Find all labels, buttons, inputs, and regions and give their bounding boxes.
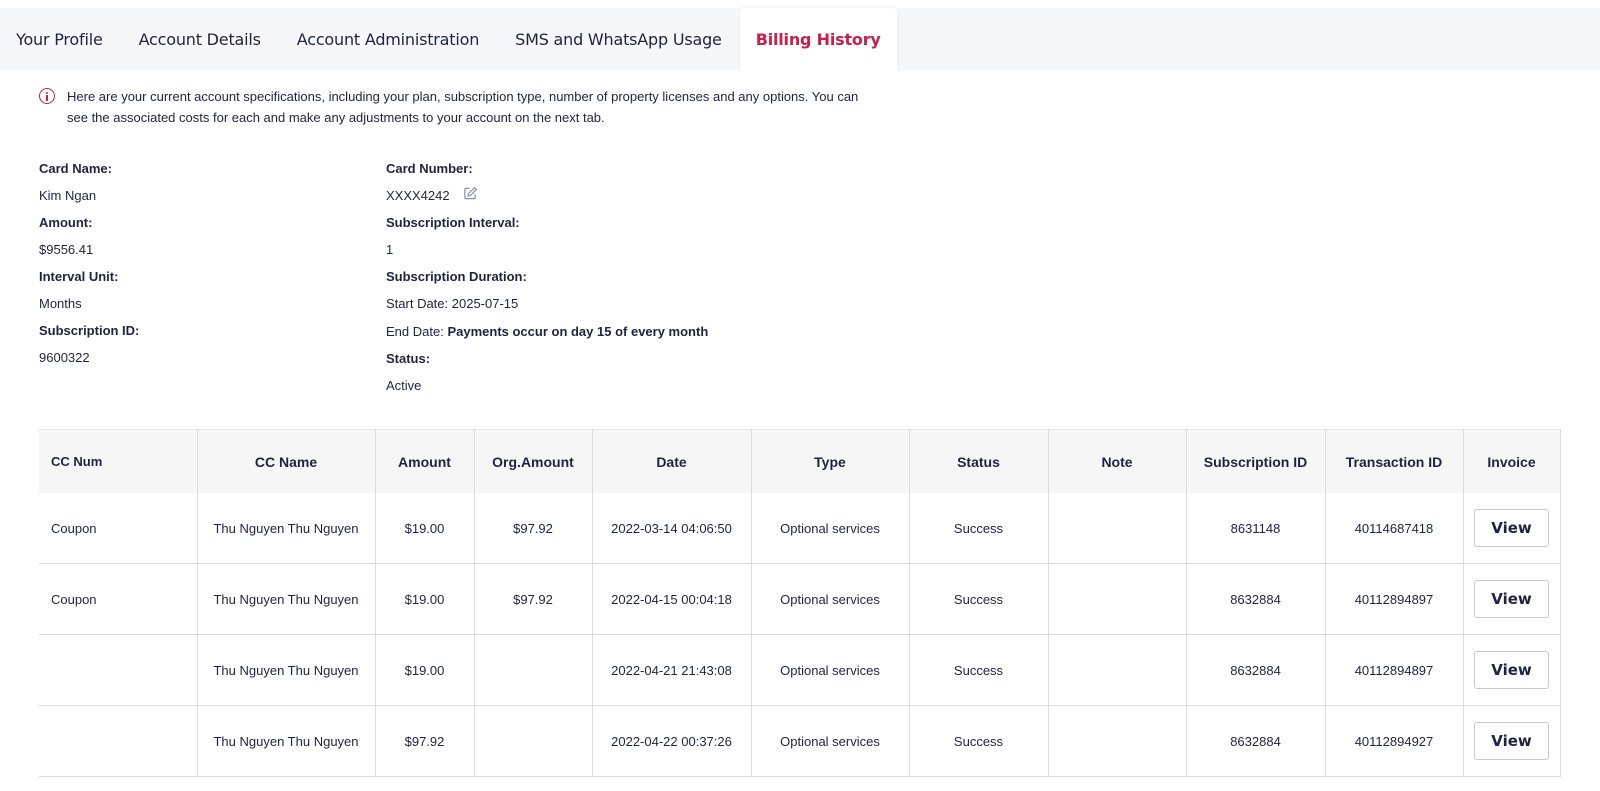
cell-date: 2022-04-22 00:37:26 [592, 705, 752, 777]
cell-org-amount: $97.92 [474, 493, 593, 564]
cell-cc-num: Coupon [39, 563, 198, 635]
cell-type: Optional services [751, 493, 910, 564]
view-invoice-button[interactable]: View [1474, 509, 1549, 547]
cell-note [1048, 634, 1187, 706]
cell-type: Optional services [751, 705, 910, 777]
subscription-interval-label: Subscription Interval: [386, 215, 520, 230]
tab-billing-history[interactable]: Billing History [739, 8, 897, 71]
cell-amount: $19.00 [375, 493, 475, 564]
cell-subscription-id: 8632884 [1186, 563, 1326, 635]
cell-invoice: View [1463, 563, 1561, 635]
cell-note [1048, 563, 1187, 635]
table-row: Thu Nguyen Thu Nguyen $19.00 2022-04-21 … [39, 634, 1561, 706]
cell-cc-name: Thu Nguyen Thu Nguyen [197, 705, 376, 777]
cell-amount: $97.92 [375, 705, 475, 777]
end-date-value: Payments occur on day 15 of every month [447, 324, 709, 339]
info-notice: Here are your current account specificat… [39, 86, 869, 128]
cell-org-amount [474, 705, 593, 777]
billing-history-table: CC Num CC Name Amount Org.Amount Date Ty… [39, 429, 1561, 777]
cell-subscription-id: 8632884 [1186, 634, 1326, 706]
view-invoice-button[interactable]: View [1474, 651, 1549, 689]
cell-status: Success [909, 634, 1049, 706]
table-header-row: CC Num CC Name Amount Org.Amount Date Ty… [39, 429, 1561, 493]
column-header-type[interactable]: Type [751, 429, 910, 493]
cell-subscription-id: 8631148 [1186, 493, 1326, 564]
cell-transaction-id: 40112894897 [1325, 634, 1464, 706]
cell-invoice: View [1463, 493, 1561, 564]
cell-note [1048, 705, 1187, 777]
cell-date: 2022-04-15 00:04:18 [592, 563, 752, 635]
cell-org-amount [474, 634, 593, 706]
cell-type: Optional services [751, 634, 910, 706]
table-row: Thu Nguyen Thu Nguyen $97.92 2022-04-22 … [39, 705, 1561, 777]
edit-icon[interactable] [463, 186, 478, 204]
cell-status: Success [909, 705, 1049, 777]
subscription-id-value: 9600322 [39, 350, 90, 365]
cell-subscription-id: 8632884 [1186, 705, 1326, 777]
info-icon [39, 88, 55, 104]
tab-bar: Your Profile Account Details Account Adm… [0, 8, 1600, 71]
card-number-value: XXXX4242 [386, 188, 450, 203]
cell-cc-num: Coupon [39, 493, 198, 564]
cell-cc-num [39, 705, 198, 777]
table-row: Coupon Thu Nguyen Thu Nguyen $19.00 $97.… [39, 563, 1561, 635]
cell-amount: $19.00 [375, 563, 475, 635]
column-header-amount[interactable]: Amount [375, 429, 475, 493]
amount-label: Amount: [39, 215, 93, 230]
cell-type: Optional services [751, 563, 910, 635]
cell-transaction-id: 40112894897 [1325, 563, 1464, 635]
column-header-org-amount[interactable]: Org.Amount [474, 429, 593, 493]
column-header-transaction-id[interactable]: Transaction ID [1325, 429, 1464, 493]
cell-cc-name: Thu Nguyen Thu Nguyen [197, 493, 376, 564]
card-number-row: XXXX4242 [386, 186, 478, 204]
tab-sms-whatsapp-usage[interactable]: SMS and WhatsApp Usage [497, 8, 740, 71]
tab-your-profile[interactable]: Your Profile [0, 8, 121, 71]
card-name-value: Kim Ngan [39, 188, 97, 203]
column-header-note[interactable]: Note [1048, 429, 1187, 493]
column-header-cc-num[interactable]: CC Num [39, 429, 198, 493]
cell-cc-name: Thu Nguyen Thu Nguyen [197, 634, 376, 706]
info-text: Here are your current account specificat… [67, 89, 859, 125]
cell-date: 2022-04-21 21:43:08 [592, 634, 752, 706]
view-invoice-button[interactable]: View [1474, 722, 1549, 760]
view-invoice-button[interactable]: View [1474, 580, 1549, 618]
end-date-row: End Date: Payments occur on day 15 of ev… [386, 324, 708, 339]
tab-account-administration[interactable]: Account Administration [279, 8, 497, 71]
start-date-value: Start Date: 2025-07-15 [386, 296, 519, 311]
cell-transaction-id: 40112894927 [1325, 705, 1464, 777]
cell-status: Success [909, 563, 1049, 635]
cell-invoice: View [1463, 705, 1561, 777]
cell-note [1048, 493, 1187, 564]
cell-date: 2022-03-14 04:06:50 [592, 493, 752, 564]
card-name-label: Card Name: [39, 161, 112, 176]
end-date-prefix: End Date: [386, 324, 444, 339]
status-label: Status: [386, 351, 431, 366]
subscription-id-label: Subscription ID: [39, 323, 140, 338]
interval-unit-value: Months [39, 296, 82, 311]
status-value: Active [386, 378, 422, 393]
column-header-date[interactable]: Date [592, 429, 752, 493]
column-header-invoice: Invoice [1463, 429, 1561, 493]
cell-amount: $19.00 [375, 634, 475, 706]
amount-value: $9556.41 [39, 242, 94, 257]
column-header-status[interactable]: Status [909, 429, 1049, 493]
column-header-subscription-id[interactable]: Subscription ID [1186, 429, 1326, 493]
table-row: Coupon Thu Nguyen Thu Nguyen $19.00 $97.… [39, 493, 1561, 564]
cell-cc-name: Thu Nguyen Thu Nguyen [197, 563, 376, 635]
cell-cc-num [39, 634, 198, 706]
cell-transaction-id: 40114687418 [1325, 493, 1464, 564]
column-header-cc-name[interactable]: CC Name [197, 429, 376, 493]
cell-invoice: View [1463, 634, 1561, 706]
tab-account-details[interactable]: Account Details [121, 8, 279, 71]
cell-org-amount: $97.92 [474, 563, 593, 635]
interval-unit-label: Interval Unit: [39, 269, 119, 284]
card-number-label: Card Number: [386, 161, 473, 176]
subscription-interval-value: 1 [386, 242, 394, 257]
cell-status: Success [909, 493, 1049, 564]
subscription-duration-label: Subscription Duration: [386, 269, 527, 284]
